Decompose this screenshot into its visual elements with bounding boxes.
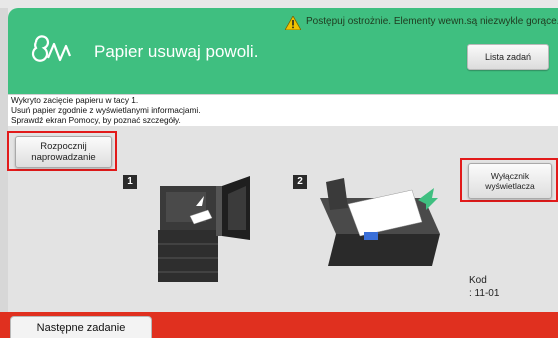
main-area: Rozpocznij naprowadzanie Wyłącznik wyświ… [7, 126, 558, 312]
display-switch-button[interactable]: Wyłącznik wyświetlacza [468, 163, 552, 199]
warning-triangle-icon [285, 16, 301, 30]
display-switch-line2: wyświetlacza [485, 181, 535, 191]
step-1-badge: 1 [123, 175, 137, 189]
display-switch-line1: Wyłącznik [490, 171, 530, 181]
printer-panel-screen: Papier usuwaj powoli. Postępuj ostrożnie… [0, 0, 558, 338]
header-bar: Papier usuwaj powoli. Postępuj ostrożnie… [8, 8, 558, 94]
step-2-badge: 2 [293, 175, 307, 189]
start-guidance-button[interactable]: Rozpocznij naprowadzanie [15, 136, 112, 168]
paper-tray-illustration [320, 178, 440, 266]
code-value: : 11-01 [469, 288, 500, 299]
job-list-button[interactable]: Lista zadań [467, 44, 549, 70]
info-panel: Wykryto zacięcie papieru w tacy 1. Usuń … [8, 94, 558, 127]
printer-open-door-illustration [158, 176, 250, 282]
next-job-tab[interactable]: Następne zadanie [10, 316, 152, 338]
page-title: Papier usuwaj powoli. [94, 42, 259, 61]
warning-message: Postępuj ostrożnie. Elementy wewn.są nie… [306, 16, 558, 27]
paper-jam-logo-icon [31, 35, 72, 62]
start-guidance-line2: naprowadzanie [31, 152, 96, 163]
start-guidance-line1: Rozpocznij [40, 141, 87, 152]
code-label: Kod [469, 275, 487, 286]
info-line-help: Sprawdź ekran Pomocy, by poznać szczegół… [11, 114, 181, 125]
